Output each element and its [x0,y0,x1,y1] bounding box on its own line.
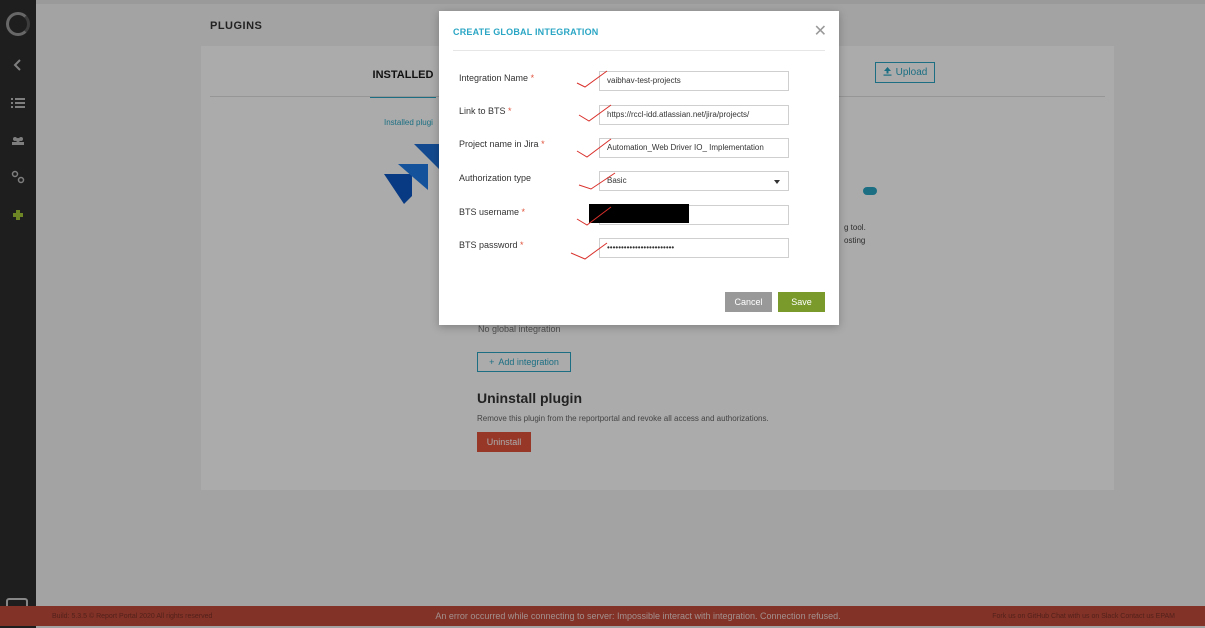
project-name-label: Project name in Jira * [459,139,545,149]
required-marker: * [521,207,526,217]
cancel-button[interactable]: Cancel [725,292,772,312]
link-to-bts-label-text: Link to BTS [459,106,506,116]
bts-password-label: BTS password * [459,240,524,250]
required-marker: * [508,106,512,116]
link-to-bts-input[interactable]: https://rccl-idd.atlassian.net/jira/proj… [599,105,789,125]
integration-name-label-text: Integration Name [459,73,529,83]
integration-name-label: Integration Name * [459,73,534,83]
project-name-input[interactable]: Automation_Web Driver IO_ Implementation [599,138,789,158]
modal-divider [453,50,825,51]
required-marker: * [530,73,535,83]
bts-password-input[interactable]: •••••••••••••••••••••••• [599,238,789,258]
required-marker: * [520,240,524,250]
bts-username-label: BTS username * [459,207,525,217]
project-name-label-text: Project name in Jira [459,139,539,149]
integration-name-input[interactable]: vaibhav-test-projects [599,71,789,91]
close-icon[interactable]: ✕ [814,21,827,41]
create-integration-modal: CREATE GLOBAL INTEGRATION ✕ Integration … [439,11,839,325]
authorization-type-label: Authorization type [459,173,531,183]
authorization-type-select[interactable]: Basic [599,171,789,191]
modal-title: CREATE GLOBAL INTEGRATION [453,27,599,37]
link-to-bts-label: Link to BTS * [459,106,512,116]
bts-username-label-text: BTS username [459,207,520,217]
required-marker: * [541,139,545,149]
chevron-down-icon [774,180,780,184]
bts-password-label-text: BTS password [459,240,518,250]
save-button[interactable]: Save [778,292,825,312]
annotation-checkmarks [570,70,616,260]
authorization-type-label-text: Authorization type [459,173,532,183]
